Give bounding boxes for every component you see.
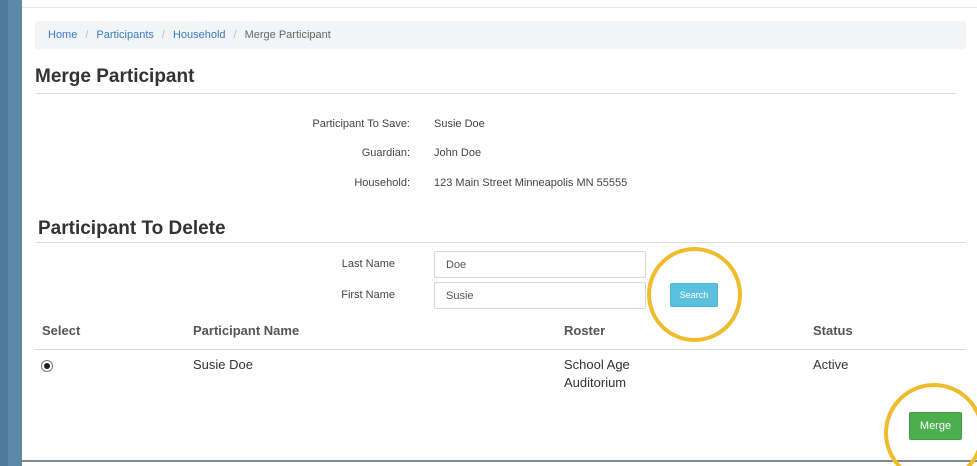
household-value: 123 Main Street Minneapolis MN 55555 xyxy=(434,177,628,189)
radio-selected-dot xyxy=(44,363,50,369)
first-name-input[interactable]: Susie xyxy=(434,282,646,309)
guardian-value: John Doe xyxy=(434,147,482,159)
guardian-label: Guardian: xyxy=(361,147,410,159)
title-divider xyxy=(35,93,956,94)
section-divider xyxy=(35,242,966,243)
household-label: Household: xyxy=(354,177,410,189)
breadcrumb-current: Merge Participant xyxy=(244,29,331,41)
roster-cell-line1: School Age xyxy=(564,357,630,372)
breadcrumb-separator: / xyxy=(233,29,237,41)
breadcrumb-separator: / xyxy=(85,29,89,41)
last-name-input[interactable]: Doe xyxy=(434,251,646,278)
household-row: Household: 123 Main Street Minneapolis M… xyxy=(0,177,977,193)
left-sidebar-strip xyxy=(0,0,22,466)
participant-to-save-label: Participant To Save: xyxy=(312,118,410,130)
select-radio[interactable] xyxy=(41,360,53,372)
left-sidebar-strip-inner xyxy=(8,0,22,466)
participant-to-delete-heading: Participant To Delete xyxy=(38,218,226,239)
column-header-status: Status xyxy=(813,323,853,338)
breadcrumb: Home / Participants / Household / Merge … xyxy=(35,21,966,49)
top-border xyxy=(0,0,977,8)
participant-to-save-row: Participant To Save: Susie Doe xyxy=(0,118,977,134)
column-header-roster: Roster xyxy=(564,323,606,338)
bottom-border xyxy=(22,460,977,462)
breadcrumb-home-link[interactable]: Home xyxy=(48,29,77,41)
participant-name-cell: Susie Doe xyxy=(193,357,253,372)
last-name-label: Last Name xyxy=(341,258,395,270)
first-name-label: First Name xyxy=(341,289,395,301)
column-header-select: Select xyxy=(42,323,81,338)
breadcrumb-household-link[interactable]: Household xyxy=(173,29,226,41)
column-header-participant-name: Participant Name xyxy=(193,323,300,338)
breadcrumb-participants-link[interactable]: Participants xyxy=(96,29,153,41)
table-header-divider xyxy=(35,349,966,350)
guardian-row: Guardian: John Doe xyxy=(0,147,977,163)
participant-to-save-value: Susie Doe xyxy=(434,118,485,130)
breadcrumb-separator: / xyxy=(161,29,165,41)
merge-highlight-circle xyxy=(884,383,977,466)
roster-cell-line2: Auditorium xyxy=(564,375,627,390)
search-highlight-circle xyxy=(647,247,742,342)
page-title: Merge Participant xyxy=(35,66,195,87)
page-frame: Home / Participants / Household / Merge … xyxy=(0,0,977,466)
status-cell: Active xyxy=(813,357,849,372)
